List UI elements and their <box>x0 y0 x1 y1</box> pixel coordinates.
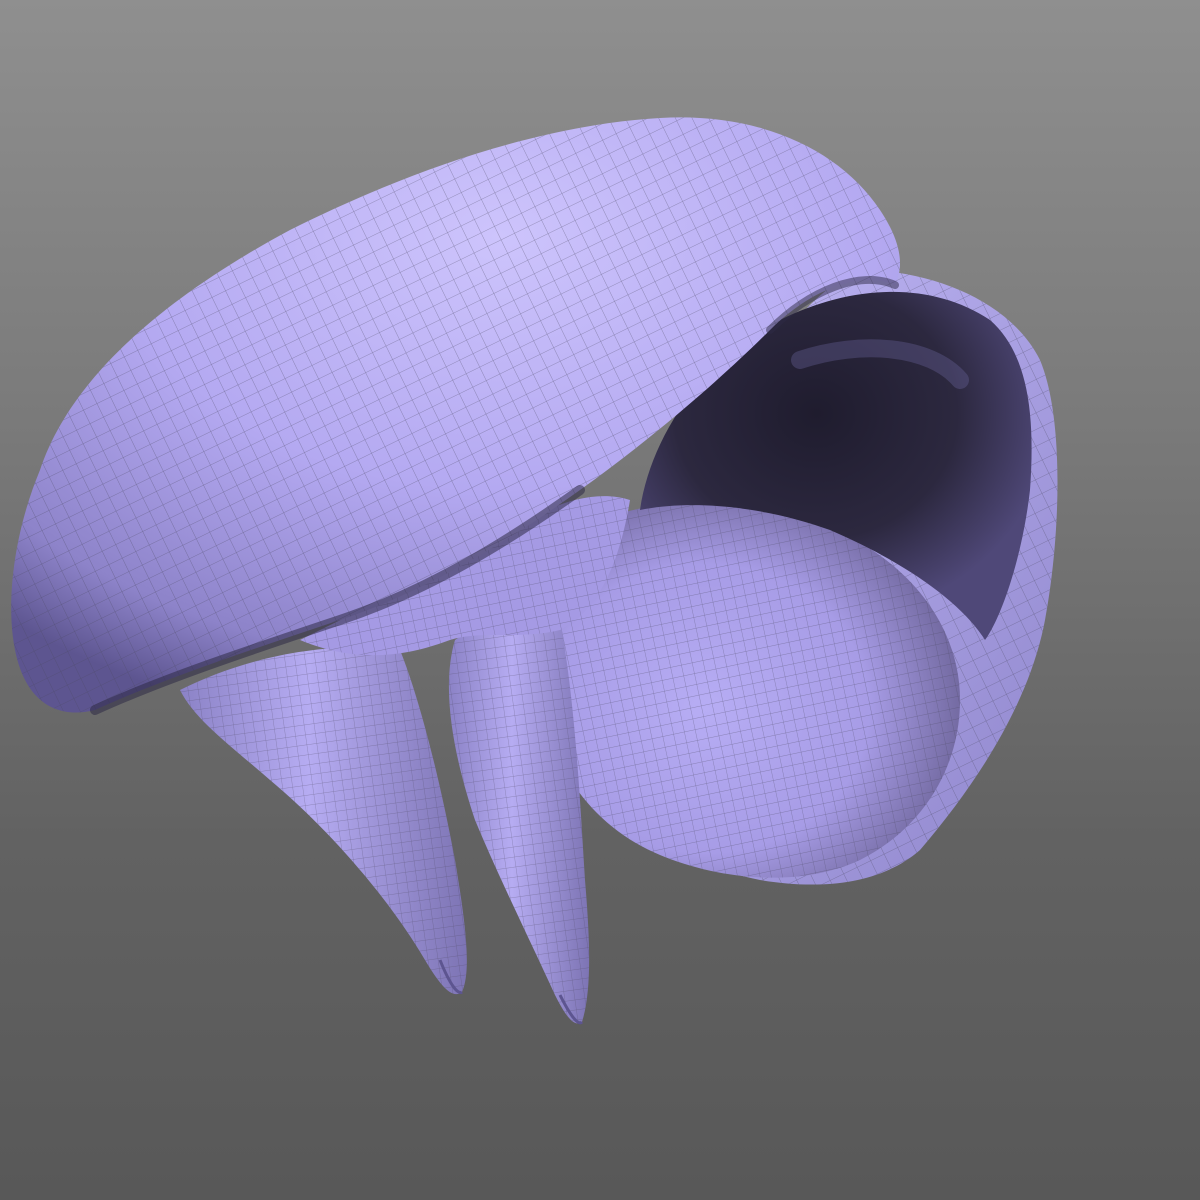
3d-viewport[interactable] <box>0 0 1200 1200</box>
sculpt-mesh-model[interactable] <box>0 0 1200 1200</box>
